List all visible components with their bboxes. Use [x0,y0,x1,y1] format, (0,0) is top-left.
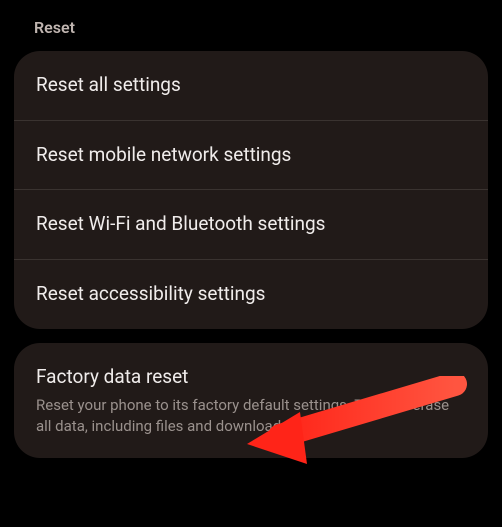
reset-options-card: Reset all settings Reset mobile network … [14,51,488,329]
reset-accessibility-item[interactable]: Reset accessibility settings [14,260,488,329]
reset-wifi-bluetooth-item[interactable]: Reset Wi-Fi and Bluetooth settings [14,190,488,259]
item-description: Reset your phone to its factory default … [36,395,466,436]
factory-reset-card: Factory data reset Reset your phone to i… [14,343,488,458]
item-title: Factory data reset [36,365,466,390]
reset-all-settings-item[interactable]: Reset all settings [14,51,488,120]
section-header-text: Reset [34,18,75,37]
section-header: Reset [14,18,488,51]
item-title: Reset all settings [36,73,466,98]
item-title: Reset accessibility settings [36,282,466,307]
item-title: Reset Wi-Fi and Bluetooth settings [36,212,466,237]
item-title: Reset mobile network settings [36,143,466,168]
factory-data-reset-item[interactable]: Factory data reset Reset your phone to i… [14,343,488,458]
reset-mobile-network-item[interactable]: Reset mobile network settings [14,121,488,190]
